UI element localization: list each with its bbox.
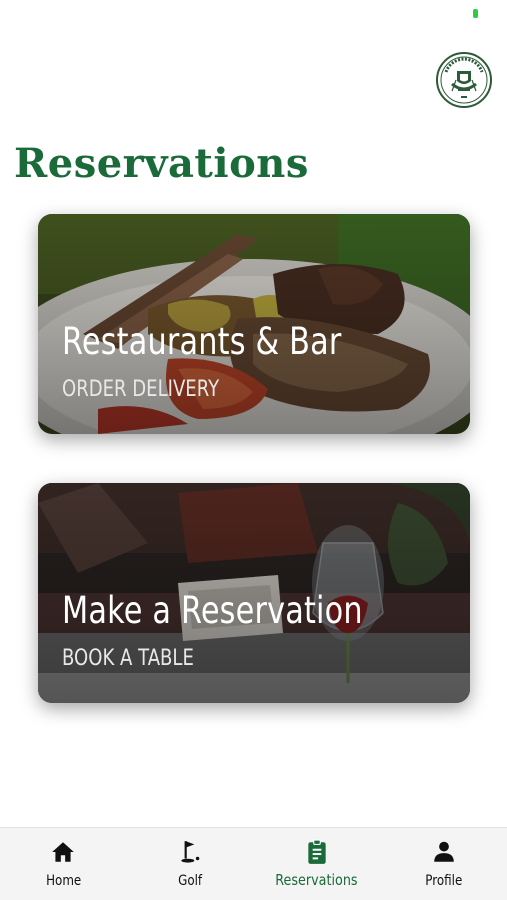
nav-label-profile: Profile [425, 873, 463, 889]
card-title: Make a Reservation [62, 589, 363, 632]
page-title: Reservations [14, 140, 309, 187]
clipboard-icon [308, 839, 326, 864]
golf-club-crest-icon [440, 56, 488, 104]
nav-item-golf[interactable]: Golf [127, 828, 254, 900]
nav-item-reservations[interactable]: Reservations [254, 828, 381, 900]
person-icon [433, 841, 454, 862]
nav-label-home: Home [45, 873, 81, 889]
nav-label-golf: Golf [178, 873, 203, 889]
status-indicator [473, 9, 478, 18]
card-subtitle: BOOK A TABLE [62, 646, 194, 671]
golf-flag-icon [181, 841, 200, 863]
nav-label-reservations: Reservations [275, 871, 359, 889]
make-reservation-card[interactable]: Make a Reservation BOOK A TABLE [38, 483, 470, 703]
nav-item-profile[interactable]: Profile [380, 828, 507, 900]
card-subtitle: ORDER DELIVERY [62, 377, 220, 402]
bottom-navigation: Home Golf Reservations Profile [0, 827, 507, 900]
club-logo [436, 52, 492, 108]
home-icon [52, 842, 75, 862]
restaurants-bar-card[interactable]: Restaurants & Bar ORDER DELIVERY [38, 214, 470, 434]
nav-item-home[interactable]: Home [0, 828, 127, 900]
card-title: Restaurants & Bar [62, 320, 342, 363]
